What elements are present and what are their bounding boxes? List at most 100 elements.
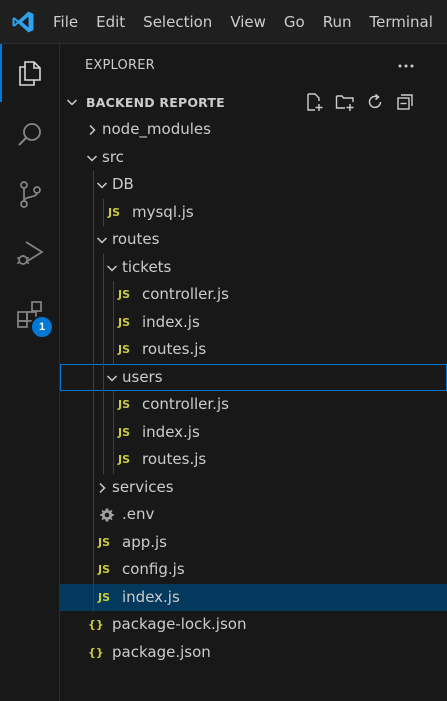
collapse-all-button[interactable]	[394, 91, 416, 113]
new-file-icon	[307, 93, 323, 111]
more-actions-icon[interactable]	[396, 56, 416, 76]
javascript-file-icon: JS	[98, 535, 111, 549]
tree-file-controller-js[interactable]: JS controller.js	[60, 391, 447, 419]
activity-source-control[interactable]	[0, 165, 60, 223]
chevron-down-icon	[106, 374, 118, 382]
chevron-down-icon	[86, 154, 98, 162]
indent-guide	[93, 391, 94, 419]
indent-guide	[103, 446, 104, 474]
indent-guide	[93, 336, 94, 364]
refresh-button[interactable]	[364, 91, 386, 113]
tree-item-label: app.js	[122, 532, 167, 551]
indent-guide	[93, 281, 94, 309]
indent-guide	[93, 198, 94, 226]
tree-item-label: routes.js	[142, 450, 207, 468]
menu-run[interactable]: Run	[314, 0, 361, 44]
tree-file-controller-js[interactable]: JS controller.js	[60, 281, 447, 309]
tree-file-env[interactable]: .env	[60, 501, 447, 529]
vscode-window: FileEditSelectionViewGoRunTerminal	[0, 0, 447, 701]
activity-search[interactable]	[0, 106, 60, 164]
javascript-file-icon: JS	[98, 563, 111, 576]
indent-guide	[103, 336, 104, 364]
new-file-button[interactable]	[304, 91, 326, 113]
javascript-file-icon: JS	[98, 590, 111, 604]
tree-item-label: node_modules	[102, 120, 211, 138]
tree-folder-services[interactable]: services	[60, 473, 447, 501]
tree-file-config-js[interactable]: JS config.js	[60, 556, 447, 584]
tree-item-label: users	[122, 367, 163, 386]
indent-guide	[93, 308, 94, 336]
indent-guide	[93, 501, 94, 529]
indent-guide	[93, 363, 94, 391]
indent-guide	[113, 418, 114, 446]
activity-run-debug[interactable]	[0, 224, 60, 282]
new-folder-icon	[335, 95, 354, 111]
tree-file-package-lock-json[interactable]: {} package-lock.json	[60, 611, 447, 639]
menu-terminal[interactable]: Terminal	[361, 0, 442, 44]
title-bar: File Edit Selection View Go Run Terminal	[0, 0, 447, 44]
javascript-file-icon: JS	[118, 315, 131, 329]
source-control-icon	[20, 181, 41, 208]
indent-guide	[93, 528, 94, 556]
indent-guide	[103, 308, 104, 336]
vscode-logo-icon	[12, 11, 34, 33]
workspace-section-header[interactable]: BACKEND REPORTE	[60, 88, 447, 116]
chevron-down-icon	[106, 264, 118, 272]
tree-item-label: package-lock.json	[112, 615, 247, 633]
tree-file-routes-js[interactable]: JS routes.js	[60, 336, 447, 364]
tree-item-label: controller.js	[142, 395, 229, 413]
collapse-all-icon	[397, 94, 413, 110]
tree-item-label: tickets	[122, 257, 172, 276]
new-folder-button[interactable]	[334, 91, 356, 113]
tree-file-app-js[interactable]: JS app.js	[60, 528, 447, 556]
tree-file-package-json[interactable]: {} package.json	[60, 639, 447, 667]
explorer-sidebar: EXPLORER BACKEND REPORTE node_modules sr…	[60, 44, 447, 701]
chevron-down-icon	[96, 182, 108, 189]
menu-edit[interactable]: Edit	[87, 0, 134, 44]
indent-guide	[113, 308, 114, 336]
indent-guide	[93, 253, 94, 281]
tree-item-label: services	[112, 477, 174, 496]
tree-folder-users[interactable]: users	[60, 363, 447, 391]
activity-explorer[interactable]	[0, 44, 60, 102]
run-debug-icon	[17, 241, 44, 265]
tree-folder-tickets[interactable]: tickets	[60, 253, 447, 281]
javascript-file-icon: JS	[118, 288, 131, 301]
javascript-file-icon: JS	[118, 343, 131, 356]
tree-file-index-js[interactable]: JS index.js	[60, 418, 447, 446]
tree-folder-db[interactable]: DB	[60, 171, 447, 199]
json-file-icon: {}	[88, 618, 104, 631]
tree-file-mysql-js[interactable]: JS mysql.js	[60, 198, 447, 226]
indent-guide	[113, 391, 114, 419]
tree-item-label: DB	[112, 175, 134, 193]
indent-guide	[103, 391, 104, 419]
indent-guide	[93, 556, 94, 584]
files-icon	[19, 61, 41, 86]
javascript-file-icon: JS	[108, 205, 121, 219]
menu-view[interactable]: View	[221, 0, 275, 44]
tree-item-label: package.json	[112, 642, 211, 661]
indent-guide	[93, 446, 94, 474]
tree-file-index-js[interactable]: JS index.js	[60, 308, 447, 336]
tree-file-index-js[interactable]: JS index.js	[60, 583, 447, 611]
tree-folder-node-modules[interactable]: node_modules	[60, 116, 447, 144]
javascript-file-icon: JS	[118, 453, 131, 466]
tree-file-routes-js[interactable]: JS routes.js	[60, 446, 447, 474]
tree-folder-routes[interactable]: routes	[60, 226, 447, 254]
indent-guide	[93, 583, 94, 611]
file-tree: node_modulessrc DB JS mysql.js routes tickets…	[60, 116, 447, 666]
tree-item-label: index.js	[142, 422, 200, 441]
tree-item-label: src	[102, 147, 124, 166]
tree-folder-src[interactable]: src	[60, 144, 447, 172]
tree-item-label: controller.js	[142, 285, 229, 303]
menu-bar: File Edit Selection View Go Run Terminal	[44, 0, 442, 44]
menu-go[interactable]: Go	[275, 0, 314, 44]
chevron-down-icon	[66, 99, 78, 106]
chevron-right-icon	[89, 124, 96, 136]
tree-item-label: index.js	[122, 587, 180, 606]
tree-item-label: mysql.js	[132, 202, 194, 221]
menu-file[interactable]: File	[44, 0, 87, 44]
javascript-file-icon: JS	[118, 425, 131, 439]
indent-guide	[103, 281, 104, 309]
menu-selection[interactable]: Selection	[134, 0, 221, 44]
